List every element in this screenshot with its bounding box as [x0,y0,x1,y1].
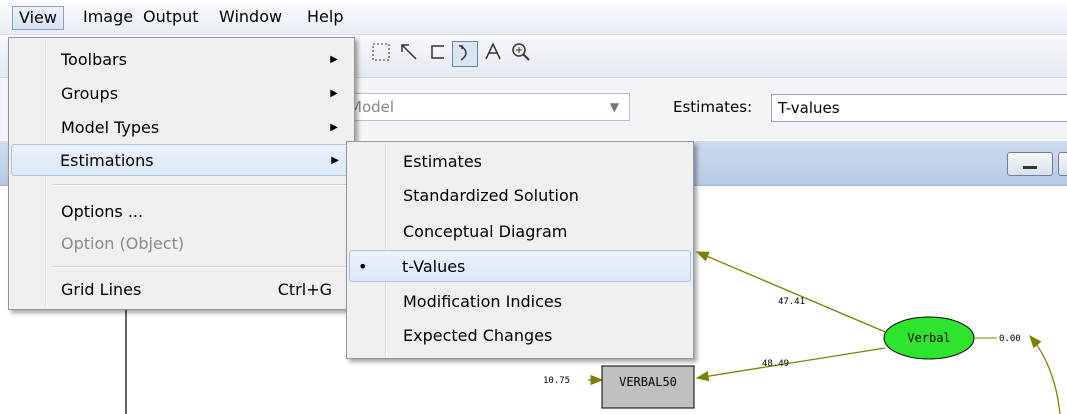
t-value-top: 47.41 [778,297,805,307]
rotate-tool-icon[interactable] [452,41,478,67]
variance-curve-arrow [1029,335,1061,414]
view-menu-dropdown: Toolbars ▶ Groups ▶ Model Types ▶ Estima… [8,37,355,310]
variance-value: 0.00 [999,334,1021,344]
submenu-item-modification-indices[interactable]: Modification Indices [349,286,691,318]
t-value-verbal50: 48.49 [762,359,789,369]
menu-item-label: Estimates [403,152,483,171]
menu-item-label: Standardized Solution [403,186,579,205]
menu-item-label: Groups [61,84,119,103]
menu-item-estimations[interactable]: Estimations ▶ [11,144,352,176]
submenu-item-estimates[interactable]: Estimates [349,146,691,178]
menu-separator [53,184,350,186]
submenu-item-expected-changes[interactable]: Expected Changes [349,320,691,352]
select-rectangle-icon[interactable] [368,41,394,67]
path-arrow-verbal50 [695,347,886,382]
menu-item-options[interactable]: Options ... [11,196,352,228]
error-value: 10.75 [543,376,570,386]
menu-image[interactable]: Image [77,6,139,30]
menu-item-label: Conceptual Diagram [403,222,568,241]
zoom-tool-icon[interactable] [508,41,534,67]
chevron-right-icon: ▶ [330,54,338,65]
menu-shortcut: Ctrl+G [277,280,332,299]
minimize-button[interactable] [1007,152,1053,176]
menu-window[interactable]: Window [213,6,288,30]
menu-item-grid-lines[interactable]: Grid Lines Ctrl+G [11,274,352,306]
text-tool-icon[interactable] [480,41,506,67]
chevron-down-icon: ▼ [609,100,619,114]
menu-item-toolbars[interactable]: Toolbars ▶ [11,44,352,76]
estimates-label: Estimates: [673,98,753,116]
menu-output[interactable]: Output [137,6,205,30]
menu-item-groups[interactable]: Groups ▶ [11,78,352,110]
restore-button[interactable] [1058,152,1067,176]
menu-item-label: Model Types [61,118,160,137]
menu-item-label: Modification Indices [403,292,563,311]
chevron-right-icon: ▶ [330,88,338,99]
curved-arrow-tool-icon[interactable] [424,41,450,67]
minimize-icon [1023,166,1037,169]
menu-bar: View Image Output Window Help [0,0,1067,35]
menu-item-model-types[interactable]: Model Types ▶ [11,112,352,144]
path-arrow-top [695,251,891,335]
estimates-value: T-values [778,99,840,117]
submenu-item-conceptual-diagram[interactable]: Conceptual Diagram [349,216,691,248]
estimations-submenu: Estimates Standardized Solution Conceptu… [346,141,694,359]
latent-variable-label: Verbal [907,331,950,345]
menu-item-label: Grid Lines [61,280,142,299]
estimates-combo[interactable]: T-values [771,94,1067,122]
submenu-item-standardized-solution[interactable]: Standardized Solution [349,180,691,212]
menu-item-label: Options ... [61,202,144,221]
menu-separator [53,266,350,268]
menu-item-option-object: Option (Object) [11,228,352,260]
checked-bullet-icon: • [358,257,368,276]
chevron-right-icon: ▶ [330,122,338,133]
menu-item-label: t-Values [402,257,466,276]
menu-item-label: Option (Object) [61,234,185,253]
chevron-right-icon: ▶ [331,155,339,166]
menu-item-label: Toolbars [61,50,127,69]
observed-variable-label: VERBAL50 [619,375,677,389]
menu-item-label: Estimations [60,151,154,170]
menu-item-label: Expected Changes [403,326,553,345]
arrow-tool-icon[interactable] [396,41,422,67]
submenu-item-t-values[interactable]: • t-Values [349,250,691,282]
menu-help[interactable]: Help [301,6,349,30]
menu-view[interactable]: View [12,6,64,30]
model-type-value: Model [349,98,395,116]
